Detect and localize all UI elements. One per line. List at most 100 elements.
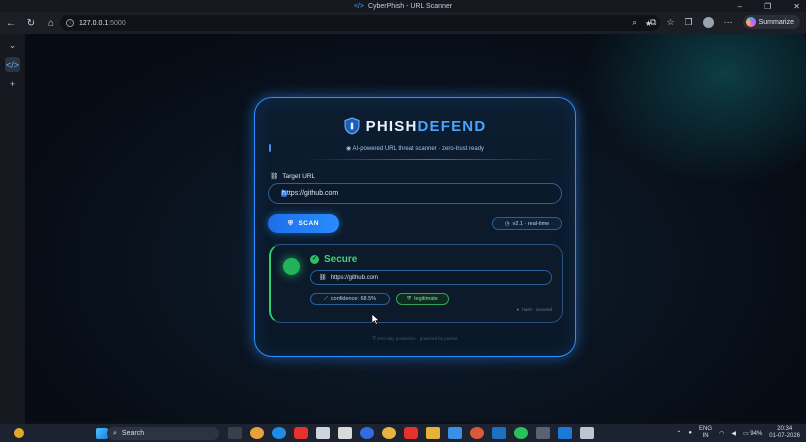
scanned-url-text: https://github.com [330,274,378,281]
scan-button[interactable]: ⛨ SCAN [268,214,339,233]
result-panel: ✓ Secure ⛓ https://github.com ⟋ confiden… [269,244,563,323]
youtube-alt-icon[interactable] [404,427,418,439]
chevron-down-icon[interactable]: ⌄ [5,38,20,53]
scanner-card: PHISHDEFEND ◉ AI-powered URL threat scan… [254,97,576,357]
time-text: 20:34 [777,426,793,432]
taskbar-apps [228,427,594,439]
search-icon: ⌕ [113,429,117,437]
clock-icon: ◷ [504,220,510,227]
confidence-chip: ⟋ confidence: 68.5% [310,293,390,305]
result-meta-text: hash · secured [522,307,552,312]
browser-sidebar: ⌄ </> + [0,34,25,424]
weather-icon[interactable] [14,428,24,438]
brand: PHISHDEFEND [255,117,575,135]
chrome-profile-icon[interactable] [360,427,374,439]
chart-icon: ⟋ [323,295,328,302]
page-viewport: PHISHDEFEND ◉ AI-powered URL threat scan… [25,34,806,422]
summarize-button[interactable]: Summarize [742,15,800,29]
whatsapp-icon[interactable] [514,427,528,439]
check-icon: ✓ [310,255,319,264]
refresh-icon[interactable]: ↻ [22,14,40,32]
mouse-cursor-icon [372,314,380,325]
tab-code-icon[interactable]: </> [5,57,20,72]
brand-prefix: PHISH [365,117,418,135]
brand-suffix: DEFEND [417,117,487,135]
address-port: :5000 [108,19,126,27]
zoom-search-icon[interactable]: ⌕ [632,18,636,28]
microphone-icon[interactable]: ● [688,430,692,436]
edge-icon[interactable] [272,427,286,439]
volume-icon[interactable]: ◀ [731,430,736,437]
taskbar-search[interactable]: ⌕ Search [107,427,219,440]
youtube-icon[interactable] [294,427,308,439]
legitimate-text: legitimate [414,296,438,302]
clock[interactable]: 20:34 01-07-2026 [769,426,800,440]
back-icon[interactable]: ← [2,14,20,32]
more-icon[interactable]: ⋯ [724,17,733,28]
chrome-alt-icon[interactable] [382,427,396,439]
address-bar[interactable]: i 127.0.0.1:5000 ⌕ ★ [60,15,660,31]
legitimate-chip: ⛨ legitimate [396,293,449,305]
home-icon[interactable]: ⌂ [42,14,60,32]
tagline: ◉ AI-powered URL threat scanner · zero-t… [255,145,575,152]
wifi-icon[interactable]: ◠ [719,430,724,437]
favorites-icon[interactable]: ☆ [666,17,674,28]
url-input-value: ttps://github.com [286,190,339,197]
brand-name: PHISHDEFEND [366,118,487,135]
store-icon[interactable] [338,427,352,439]
date-text: 01-07-2026 [769,433,800,439]
window-title-bar: </> CyberPhish - URL Scanner – ❐ ✕ [0,0,806,12]
card-footer: ⛨ zero-day protection · powered by pocke… [255,336,575,341]
version-badge: ◷ v2.1 · real-time [492,217,562,230]
linkedin-icon[interactable] [492,427,506,439]
vscode-icon[interactable] [558,427,572,439]
scanned-url: ⛓ https://github.com [310,270,552,285]
result-meta: ● hash · secured [517,307,553,312]
terminal-alt-icon[interactable] [536,427,550,439]
version-text: v2.1 · real-time [512,220,550,227]
battery-text: 94% [750,430,763,437]
address-host: 127.0.0.1 [79,19,109,27]
terminal-icon[interactable] [316,427,330,439]
confidence-text: confidence: 68.5% [330,296,377,302]
avatar[interactable] [702,16,714,28]
task-view-icon[interactable] [228,427,242,439]
robot-icon: ◉ [345,146,353,152]
new-tab-icon[interactable]: + [5,76,20,91]
maximize-button[interactable]: ❐ [764,2,771,11]
mail-icon[interactable] [448,427,462,439]
window-title: CyberPhish - URL Scanner [367,2,453,10]
collections-icon[interactable]: ❒ [685,17,693,28]
summarize-label: Summarize [758,18,794,26]
copilot-icon [745,17,756,27]
info-icon[interactable]: i [66,19,74,27]
status-indicator [283,258,300,275]
url-input[interactable]: h ttps://github.com [268,183,562,204]
shield-icon [344,117,360,135]
extensions-icon[interactable]: ⧉ [650,17,656,28]
language-indicator[interactable]: ENG IN [699,426,712,440]
lock-icon: ● [516,307,520,312]
taskbar-search-text: Search [121,430,145,437]
shield-check-icon: ⛨ [407,295,412,302]
verdict-text: Secure [324,254,358,265]
verdict: ✓ Secure [310,254,357,265]
file-explorer-icon[interactable] [426,427,440,439]
window-controls: – ❐ ✕ [738,0,800,12]
link-icon: ⛓ [270,173,279,180]
minimize-button[interactable]: – [738,2,742,11]
chevron-up-icon[interactable]: ⌃ [676,430,681,437]
chrome-icon[interactable] [250,427,264,439]
footer-text: zero-day protection · powered by pocket [377,336,458,341]
code-icon: </> [353,2,364,10]
divider [305,159,555,160]
browser-toolbar: ← ↻ ⌂ i 127.0.0.1:5000 ⌕ ★ ⧉ ☆ ❒ ⋯ Summa… [0,12,806,34]
toolbar-actions: ⧉ ☆ ❒ ⋯ Summarize [650,15,800,29]
chrome-work-icon[interactable] [470,427,484,439]
tagline-text: AI-powered URL threat scanner · zero-tru… [352,146,485,152]
system-tray: ⌃ ● ENG IN ◠ ◀ ▭ 94% 20:34 01-07-2026 [676,424,800,442]
shield-small-icon: ⛨ [288,219,294,227]
battery-indicator[interactable]: ▭ 94% [743,430,762,437]
close-button[interactable]: ✕ [793,2,800,11]
snipping-tool-icon[interactable] [580,427,594,439]
